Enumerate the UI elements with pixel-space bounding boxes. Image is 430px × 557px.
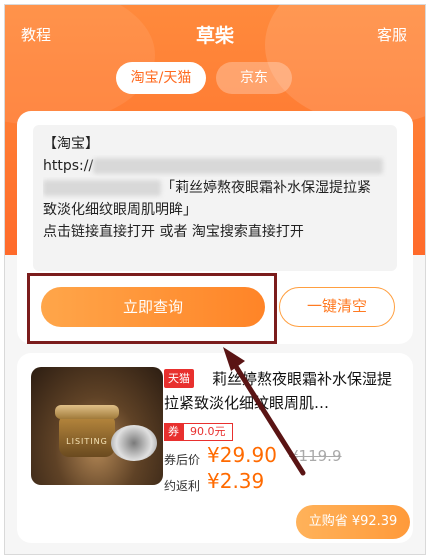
image-brand-text: LISITING xyxy=(66,437,108,446)
app-frame: 教程 草柴 客服 淘宝/天猫 京东 【淘宝】 https:// 「莉丝婷熬夜眼霜… xyxy=(4,4,426,555)
original-price: ¥119.9 xyxy=(289,447,342,465)
rebate-label: 约返利 xyxy=(164,479,201,493)
text-line: 点击链接直接打开 或者 淘宝搜索直接打开 xyxy=(43,224,304,240)
platform-tabs: 淘宝/天猫 京东 xyxy=(116,62,292,94)
jar-shape xyxy=(59,415,115,457)
clear-button[interactable]: 一键清空 xyxy=(279,287,395,327)
coupon-tag: 券 90.0元 xyxy=(164,423,233,441)
text-line: https:// xyxy=(43,155,387,177)
text-line: 「莉丝婷熬夜眼霜补水保湿提拉紧 xyxy=(43,177,387,199)
rebate-value: ¥2.39 xyxy=(207,469,265,493)
redacted-url xyxy=(93,158,384,174)
link-input[interactable]: 【淘宝】 https:// 「莉丝婷熬夜眼霜补水保湿提拉紧 致淡化细纹眼周肌明眸… xyxy=(33,125,397,271)
customer-service-link[interactable]: 客服 xyxy=(377,24,407,45)
highlight-box xyxy=(27,273,277,344)
text-line: 【淘宝】 xyxy=(43,136,99,152)
after-coupon-label: 券后价 xyxy=(164,453,201,467)
text-line: 致淡化细纹眼周肌明眸」 xyxy=(43,202,197,218)
product-card[interactable]: LISITING 莉丝婷熬夜眼霜补水保湿提拉紧致淡化细纹眼周肌… 天猫 券 90… xyxy=(17,353,413,543)
jar-lid-shape xyxy=(55,405,119,419)
url-prefix: https:// xyxy=(43,158,94,174)
product-name-text: 「莉丝婷熬夜眼霜补水保湿提拉紧 xyxy=(161,180,371,196)
cap-shape xyxy=(111,425,157,461)
coupon-value: 90.0元 xyxy=(183,423,233,441)
tab-taobao-tmall[interactable]: 淘宝/天猫 xyxy=(116,62,206,94)
page-title: 草柴 xyxy=(195,25,234,47)
after-coupon-price: ¥29.90 xyxy=(207,443,277,467)
buy-button[interactable]: 立购省 ¥92.39 xyxy=(296,505,410,539)
product-image[interactable]: LISITING xyxy=(31,367,163,485)
product-title[interactable]: 莉丝婷熬夜眼霜补水保湿提拉紧致淡化细纹眼周肌… xyxy=(164,367,400,415)
tmall-badge: 天猫 xyxy=(164,369,194,388)
redacted-url xyxy=(43,180,161,196)
tab-jd[interactable]: 京东 xyxy=(216,62,292,94)
coupon-label: 券 xyxy=(164,423,183,441)
